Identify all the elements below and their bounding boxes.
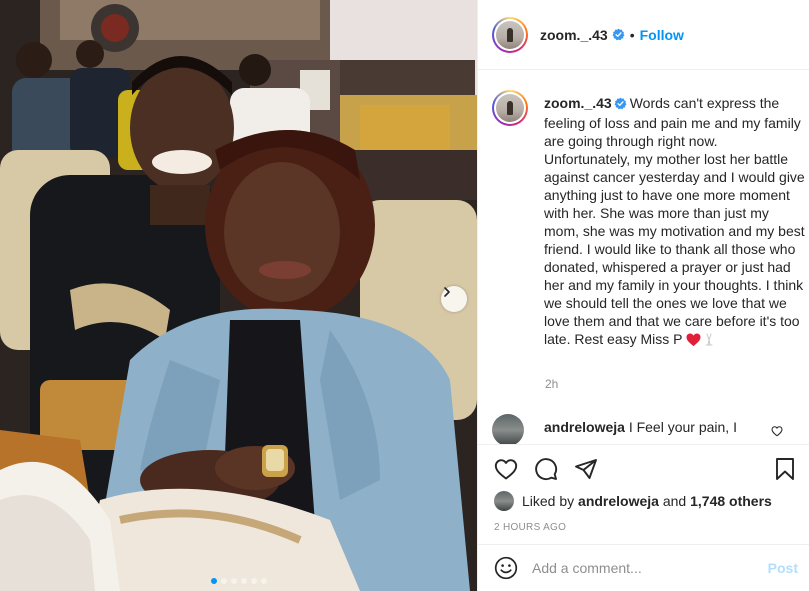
caption-avatar[interactable] [492,90,528,126]
liked-by-and: and [662,493,687,509]
comment-icon[interactable] [534,457,558,481]
post-panel: zoom._.43 • Follow zoom._.43 Words can't … [477,0,809,591]
liked-by-avatar[interactable] [494,491,514,511]
avatar-image [496,94,524,122]
caption-text-block: zoom._.43 Words can't express the feeling… [544,94,806,351]
bookmark-icon[interactable] [775,457,795,481]
header-username[interactable]: zoom._.43 [540,27,608,43]
liked-by-prefix: Liked by [522,493,575,509]
red-heart-icon [686,333,701,351]
praying-hands-icon [703,332,715,350]
photo-scene [0,0,477,591]
verified-badge-icon [612,28,625,41]
caption-body: Words can't express the feeling of loss … [544,95,805,347]
follow-button[interactable]: Follow [640,27,684,43]
add-comment-bar: Post [478,544,809,591]
emoji-icon[interactable] [494,556,518,580]
carousel-dot [230,578,237,584]
avatar[interactable] [492,16,528,53]
comment-input[interactable] [532,560,768,576]
carousel-dot [210,578,217,584]
post-timestamp[interactable]: 2 HOURS AGO [494,522,566,533]
carousel-dot [220,578,227,584]
comment-item: andreloweja I Feel your pain, I [492,414,804,444]
carousel-dot [260,578,267,584]
header-separator: • [629,26,635,43]
post-header: zoom._.43 • Follow [478,0,809,70]
carousel-next-button[interactable] [441,286,467,312]
post-photo[interactable] [0,0,477,591]
carousel-indicator [0,578,477,584]
comment-avatar[interactable] [492,414,524,444]
liked-by-user[interactable]: andreloweja [578,493,659,509]
carousel-dot [250,578,257,584]
post-comment-button[interactable]: Post [768,560,798,576]
action-section: Liked by andreloweja and 1,748 others 2 … [478,444,809,544]
caption-username[interactable]: zoom._.43 [544,95,612,111]
chevron-right-icon [444,287,450,297]
share-icon[interactable] [574,458,598,480]
avatar-image [496,20,524,49]
caption-time[interactable]: 2h [545,377,558,391]
comment-body: I Feel your pain, I [628,419,737,435]
verified-badge-icon [614,96,627,114]
action-bar [494,455,598,483]
carousel-dot [240,578,247,584]
liked-by-others[interactable]: 1,748 others [690,493,772,509]
heart-icon[interactable] [494,458,518,480]
comment-username[interactable]: andreloweja [544,419,625,435]
comment-text-block: andreloweja I Feel your pain, I [544,418,774,436]
likes-summary: Liked by andreloweja and 1,748 others [494,491,772,511]
comment-like-icon[interactable] [771,424,783,442]
